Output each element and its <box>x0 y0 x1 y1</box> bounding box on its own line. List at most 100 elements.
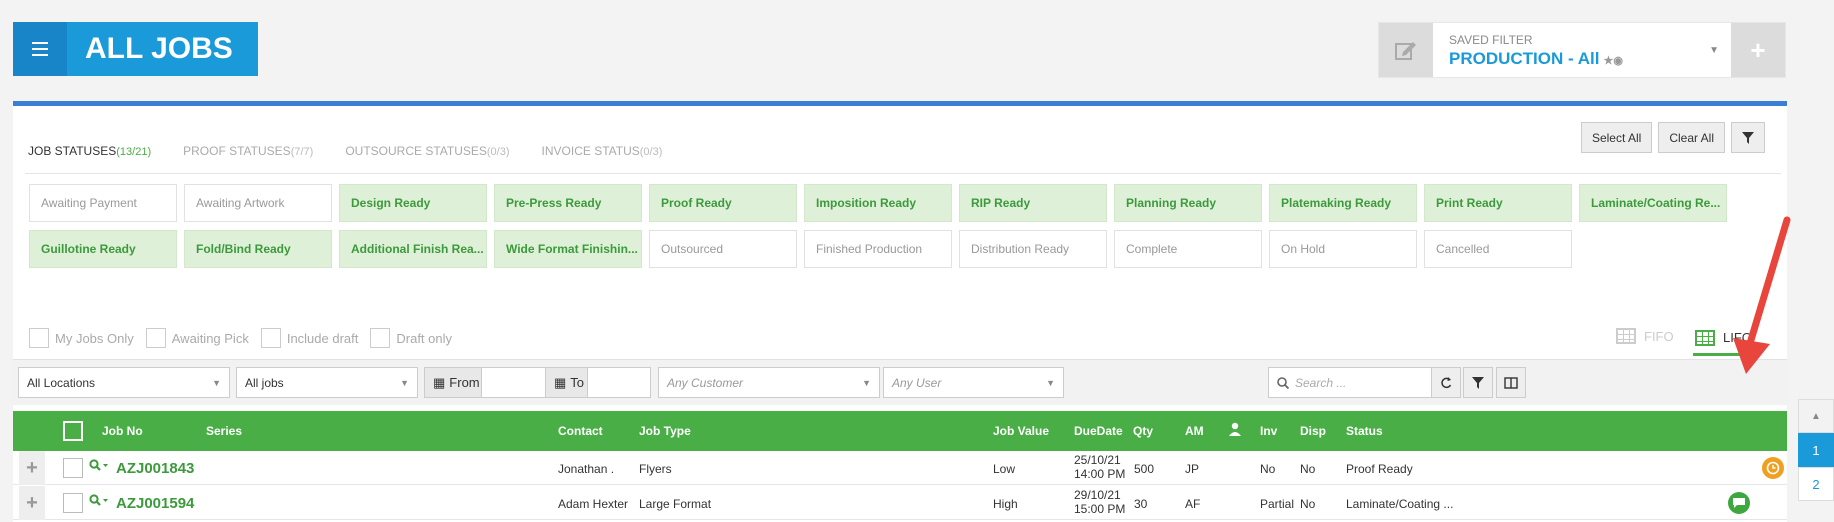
status-cell: Proof Ready <box>1346 462 1413 476</box>
page-2-button[interactable]: 2 <box>1798 467 1834 501</box>
pagination: ▲ 1 2 <box>1798 399 1834 501</box>
status-chip[interactable]: Design Ready <box>339 184 487 222</box>
location-select[interactable]: All Locations ▼ <box>18 367 230 398</box>
job-number-link[interactable]: AZJ001594 <box>116 495 194 512</box>
tab-proof-statuses[interactable]: PROOF STATUSES(7/7) <box>183 144 313 158</box>
status-chip[interactable]: Wide Format Finishin... <box>494 230 642 268</box>
tab-label: OUTSOURCE STATUSES <box>345 144 487 158</box>
page-1-button[interactable]: 1 <box>1798 433 1834 467</box>
expand-row-button[interactable]: + <box>19 486 45 520</box>
to-date-label[interactable]: ▦ To <box>545 367 589 398</box>
from-date-input[interactable] <box>481 367 547 398</box>
chevron-down-icon: ▼ <box>212 377 221 388</box>
job-options: My Jobs Only Awaiting Pick Include draft… <box>29 328 456 348</box>
status-chip[interactable]: Outsourced <box>649 230 797 268</box>
add-filter-button[interactable]: + <box>1731 23 1785 77</box>
status-chip[interactable]: Distribution Ready <box>959 230 1107 268</box>
col-due-date[interactable]: DueDate <box>1074 424 1123 438</box>
status-chip[interactable]: Print Ready <box>1424 184 1572 222</box>
search-input[interactable]: Search ... <box>1268 367 1432 398</box>
refresh-button[interactable] <box>1431 367 1461 398</box>
table-icon <box>1695 329 1715 346</box>
due-date: 25/10/21 <box>1074 453 1121 467</box>
edit-filter-button[interactable] <box>1379 23 1433 77</box>
menu-icon-bar <box>32 48 48 50</box>
status-chip[interactable]: Planning Ready <box>1114 184 1262 222</box>
tab-count: (0/3) <box>486 146 510 158</box>
status-chip[interactable]: Awaiting Artwork <box>184 184 332 222</box>
status-chip[interactable]: Fold/Bind Ready <box>184 230 332 268</box>
column-filter-button[interactable] <box>1463 367 1493 398</box>
chevron-up-icon: ▲ <box>1811 410 1821 422</box>
col-job-type[interactable]: Job Type <box>639 424 691 438</box>
tab-invoice-status[interactable]: INVOICE STATUS(0/3) <box>542 144 663 158</box>
status-chip[interactable]: Guillotine Ready <box>29 230 177 268</box>
clear-all-button[interactable]: Clear All <box>1658 122 1725 153</box>
clock-icon[interactable] <box>1762 457 1784 479</box>
status-filter-button[interactable] <box>1731 122 1765 153</box>
status-chip[interactable]: On Hold <box>1269 230 1417 268</box>
customer-select[interactable]: Any Customer ▼ <box>658 367 880 398</box>
disp-cell: No <box>1300 497 1316 511</box>
col-disp[interactable]: Disp <box>1300 424 1326 438</box>
jobs-select[interactable]: All jobs ▼ <box>236 367 418 398</box>
status-chip[interactable]: Cancelled <box>1424 230 1572 268</box>
tab-outsource-statuses[interactable]: OUTSOURCE STATUSES(0/3) <box>345 144 509 158</box>
checkbox-label: My Jobs Only <box>55 330 134 346</box>
qty-cell: 30 <box>1134 497 1148 511</box>
col-am[interactable]: AM <box>1185 424 1204 438</box>
title-block: ALL JOBS <box>13 22 258 76</box>
job-type-cell: Large Format <box>639 497 712 511</box>
col-contact[interactable]: Contact <box>558 424 603 438</box>
my-jobs-only-checkbox[interactable]: My Jobs Only <box>29 328 134 348</box>
from-date-label[interactable]: ▦ From <box>424 367 482 398</box>
job-type-cell: Flyers <box>639 462 672 476</box>
hamburger-menu-button[interactable] <box>13 22 67 76</box>
fifo-toggle[interactable]: FIFO <box>1616 328 1674 344</box>
draft-only-checkbox[interactable]: Draft only <box>370 328 452 348</box>
select-all-button[interactable]: Select All <box>1580 122 1653 153</box>
scroll-up-button[interactable]: ▲ <box>1798 399 1834 433</box>
tab-count: (0/3) <box>639 146 663 158</box>
col-qty[interactable]: Qty <box>1133 424 1153 438</box>
awaiting-pick-checkbox[interactable]: Awaiting Pick <box>145 328 249 348</box>
status-chip[interactable]: RIP Ready <box>959 184 1107 222</box>
due-date-cell: 29/10/21 15:00 PM <box>1074 488 1125 516</box>
to-date-input[interactable] <box>587 367 651 398</box>
col-status[interactable]: Status <box>1346 424 1383 438</box>
status-chip[interactable]: Platemaking Ready <box>1269 184 1417 222</box>
columns-toggle-button[interactable] <box>1496 367 1526 398</box>
customer-placeholder: Any Customer <box>667 375 744 390</box>
select-all-rows-checkbox[interactable] <box>63 421 83 441</box>
table-row[interactable]: + AZJ001594 Adam Hexter Large Format Hig… <box>13 486 1787 520</box>
chevron-down-icon: ▼ <box>400 377 409 388</box>
status-chip[interactable]: Laminate/Coating Re... <box>1579 184 1727 222</box>
search-icon[interactable] <box>89 459 109 473</box>
include-draft-checkbox[interactable]: Include draft <box>260 328 358 348</box>
user-select[interactable]: Any User ▼ <box>883 367 1064 398</box>
row-checkbox[interactable] <box>63 493 83 513</box>
status-chip[interactable]: Complete <box>1114 230 1262 268</box>
row-checkbox[interactable] <box>63 458 83 478</box>
status-chip[interactable]: Imposition Ready <box>804 184 952 222</box>
table-row[interactable]: + AZJ001843 Jonathan . Flyers Low 25/10/… <box>13 451 1787 485</box>
status-chip[interactable]: Awaiting Payment <box>29 184 177 222</box>
chat-icon[interactable] <box>1728 492 1750 514</box>
status-chip[interactable]: Finished Production <box>804 230 952 268</box>
lifo-toggle[interactable]: LIFO <box>1693 322 1757 356</box>
col-inv[interactable]: Inv <box>1260 424 1277 438</box>
col-job-no[interactable]: Job No <box>102 424 143 438</box>
status-chip[interactable]: Pre-Press Ready <box>494 184 642 222</box>
plus-icon: + <box>1750 34 1766 65</box>
expand-row-button[interactable]: + <box>19 451 45 485</box>
search-icon[interactable] <box>89 494 109 508</box>
saved-filter-select[interactable]: SAVED FILTER PRODUCTION - All ★◉ ▼ <box>1433 23 1731 77</box>
col-job-value[interactable]: Job Value <box>993 424 1049 438</box>
status-chip[interactable]: Additional Finish Rea... <box>339 230 487 268</box>
job-number-link[interactable]: AZJ001843 <box>116 460 194 477</box>
tab-job-statuses[interactable]: JOB STATUSES(13/21) <box>28 144 151 158</box>
checkbox-box <box>370 328 391 348</box>
jobs-value: All jobs <box>245 375 284 390</box>
status-chip[interactable]: Proof Ready <box>649 184 797 222</box>
col-series[interactable]: Series <box>206 424 242 438</box>
